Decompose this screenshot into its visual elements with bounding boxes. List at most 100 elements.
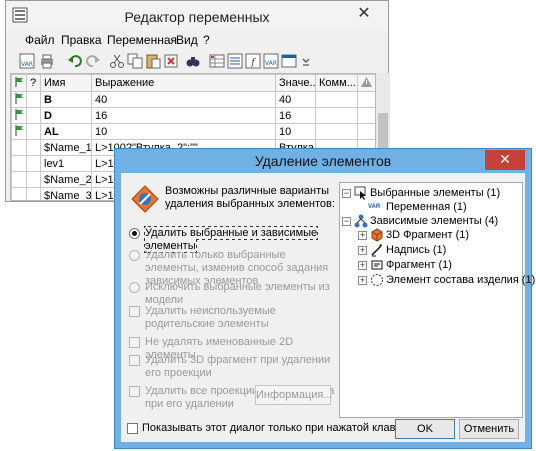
cell-name[interactable]: $Name_3 [40,187,92,200]
column-header-value[interactable]: Значе... [275,74,316,92]
cell-flag[interactable] [11,171,27,188]
cell-flag[interactable] [11,91,27,108]
paste-icon[interactable] [145,53,161,69]
checkbox-delete-3d-fragment[interactable] [129,355,140,366]
close-icon[interactable]: ✕ [344,3,384,25]
option-delete-3d-fragment[interactable]: Удалить 3D фрагмент при удалении его про… [129,354,335,382]
warning-icon [361,76,372,87]
dialog-close-button[interactable]: ✕ [485,150,525,170]
option-keep-named-2d[interactable]: Не удалять именованные 2D элементы [129,336,335,361]
cell-help[interactable] [26,171,41,188]
menu-file[interactable]: Файл [25,33,55,47]
checkbox-delete-unused-parents[interactable] [129,306,140,317]
option-delete-only-selected[interactable]: Удалить только выбранные элементы, измен… [129,249,335,287]
find-icon[interactable] [185,53,201,69]
var-export-icon[interactable]: VAR [263,53,279,69]
column-header-name[interactable]: Имя [40,74,92,92]
toolbar-overflow-icon[interactable] [301,53,311,69]
fragment-icon [371,260,383,270]
column-header-flag[interactable] [11,74,27,92]
variables-list-icon[interactable] [227,53,243,69]
new-variable-icon[interactable]: VAR [19,53,35,69]
option-delete-unused-parents-label: Удалить неиспользуемые родительские элем… [145,305,276,330]
tree-expand-toggle[interactable]: + [358,276,367,285]
variable-tag-icon: VAR [368,204,381,210]
radio-delete-only-selected[interactable] [129,250,140,261]
cell-expression[interactable]: 40 [91,91,276,108]
redo-icon[interactable] [85,53,101,69]
tree-node-label-label: Надпись (1) [386,244,447,256]
info-text: Возможны различные варианты удаления выб… [165,185,335,210]
table-row[interactable]: D 16 16 [11,107,375,124]
checkbox-delete-all-projections[interactable] [129,386,140,397]
cell-name[interactable]: D [40,107,92,124]
tree-expand-toggle[interactable]: + [358,261,367,270]
menu-view[interactable]: Вид [176,33,198,47]
tree-collapse-toggle[interactable]: − [342,189,351,198]
window-settings-icon[interactable] [281,53,297,69]
cell-expression[interactable]: 10 [91,123,276,140]
column-header-expression[interactable]: Выражение [91,74,276,92]
ok-button[interactable]: OK [395,419,455,439]
menu-edit[interactable]: Правка [61,33,102,47]
cell-value[interactable]: 10 [275,123,316,140]
tree-node-dependent-label: Зависимые элементы (4) [370,215,499,227]
cell-name[interactable]: lev1 [40,155,92,172]
cancel-button[interactable]: Отменить [459,419,519,439]
tree-expand-toggle[interactable]: + [358,231,367,240]
menu-help[interactable]: ? [203,33,210,47]
cell-help[interactable] [26,187,41,200]
column-header-comment[interactable]: Комм... [315,74,358,92]
functions-icon[interactable]: f [245,53,261,69]
option-delete-selected-and-dependent[interactable]: Удалить выбранные и зависимые элементы [129,226,335,253]
cell-flag[interactable] [11,187,27,200]
cell-name[interactable]: B [40,91,92,108]
copy-icon[interactable] [127,53,143,69]
menu-variable[interactable]: Переменная [107,33,177,47]
cell-flag[interactable] [11,107,27,124]
product-element-icon [371,274,383,286]
table-view-icon[interactable] [209,53,225,69]
column-header-help[interactable]: ? [26,74,41,92]
radio-exclude-from-model[interactable] [129,282,140,293]
checkbox-keep-named-2d[interactable] [129,337,140,348]
cell-help[interactable] [26,91,41,108]
cell-warning[interactable] [357,123,375,140]
column-header-warning[interactable] [357,74,375,92]
delete-icon[interactable] [163,53,179,69]
flag-icon [15,108,23,120]
tree-expand-toggle[interactable]: + [358,246,367,255]
cell-comment[interactable] [315,123,358,140]
cell-warning[interactable] [357,107,375,124]
cell-flag[interactable] [11,139,27,156]
information-button[interactable]: Информация... [255,385,333,405]
option-delete-unused-parents[interactable]: Удалить неиспользуемые родительские элем… [129,305,335,333]
cell-flag[interactable] [11,155,27,172]
cell-value[interactable]: 40 [275,91,316,108]
tree-collapse-toggle[interactable]: − [342,217,351,226]
variable-editor-titlebar[interactable]: Редактор переменных ✕ [6,1,388,31]
radio-delete-selected-and-dependent[interactable] [129,228,140,239]
cell-name[interactable]: AL [40,123,92,140]
cell-flag[interactable] [11,123,27,140]
cell-name[interactable]: $Name_1 [40,139,92,156]
cell-comment[interactable] [315,107,358,124]
cell-help[interactable] [26,139,41,156]
cell-value[interactable]: 16 [275,107,316,124]
undo-icon[interactable] [67,53,83,69]
cell-help[interactable] [26,123,41,140]
cell-comment[interactable] [315,91,358,108]
option-exclude-from-model[interactable]: Исключить выбранные элементы из модели [129,281,335,306]
scrollbar-thumb[interactable] [378,113,388,153]
table-row[interactable]: AL 10 10 [11,123,375,140]
cell-expression[interactable]: 16 [91,107,276,124]
print-icon[interactable] [39,53,55,69]
table-row[interactable]: B 40 40 [11,91,375,108]
cell-warning[interactable] [357,91,375,108]
cell-help[interactable] [26,107,41,124]
cut-icon[interactable] [109,53,125,69]
option-exclude-from-model-label: Исключить выбранные элементы из модели [145,281,330,306]
shift-only-checkbox[interactable] [127,423,138,434]
cell-help[interactable] [26,155,41,172]
cell-name[interactable]: $Name_2 [40,171,92,188]
